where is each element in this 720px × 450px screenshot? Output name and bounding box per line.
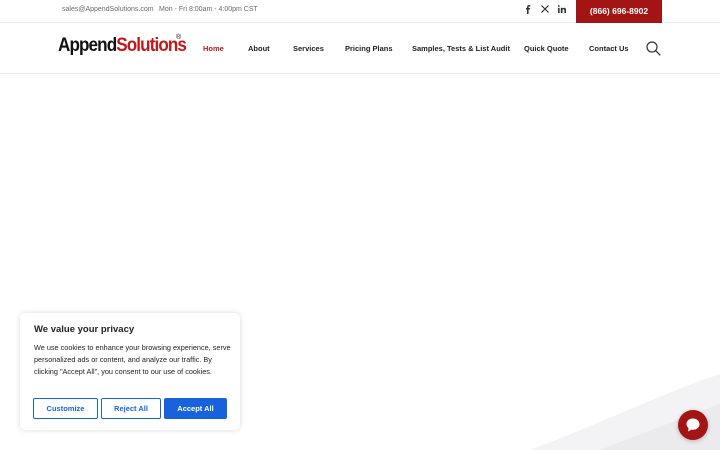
nav-about[interactable]: About	[248, 44, 270, 53]
logo-text-append: Append	[58, 35, 117, 56]
business-hours: Mon - Fri 8:00am - 4:00pm CST	[159, 6, 258, 13]
logo-registered-mark: ®	[176, 34, 182, 41]
customize-button[interactable]: Customize	[33, 398, 98, 419]
contact-email-link[interactable]: sales@AppendSolutions.com	[62, 6, 154, 13]
chat-bubble-icon	[686, 418, 700, 432]
nav-samples-tests-list-audit[interactable]: Samples, Tests & List Audit	[412, 44, 510, 53]
x-icon[interactable]	[539, 5, 551, 17]
facebook-icon[interactable]	[522, 5, 534, 17]
main-header: AppendSolutions ® Home About Services Pr…	[0, 23, 720, 74]
reject-all-button[interactable]: Reject All	[101, 398, 161, 419]
cookie-consent-banner: We value your privacy We use cookies to …	[20, 313, 240, 430]
phone-button[interactable]: (866) 696-8902	[576, 0, 662, 23]
linkedin-icon[interactable]	[556, 5, 568, 17]
cookie-description: We use cookies to enhance your browsing …	[34, 343, 231, 376]
nav-pricing-plans[interactable]: Pricing Plans	[345, 44, 393, 53]
accept-all-button[interactable]: Accept All	[164, 398, 227, 419]
cookie-title: We value your privacy	[34, 324, 135, 335]
top-bar: sales@AppendSolutions.com Mon - Fri 8:00…	[0, 0, 720, 23]
search-icon[interactable]	[646, 41, 661, 56]
nav-quick-quote[interactable]: Quick Quote	[524, 44, 569, 53]
nav-home[interactable]: Home	[203, 44, 224, 53]
nav-services[interactable]: Services	[293, 44, 324, 53]
nav-contact-us[interactable]: Contact Us	[589, 44, 629, 53]
site-logo[interactable]: AppendSolutions	[58, 35, 187, 59]
chat-widget-button[interactable]	[678, 410, 708, 440]
